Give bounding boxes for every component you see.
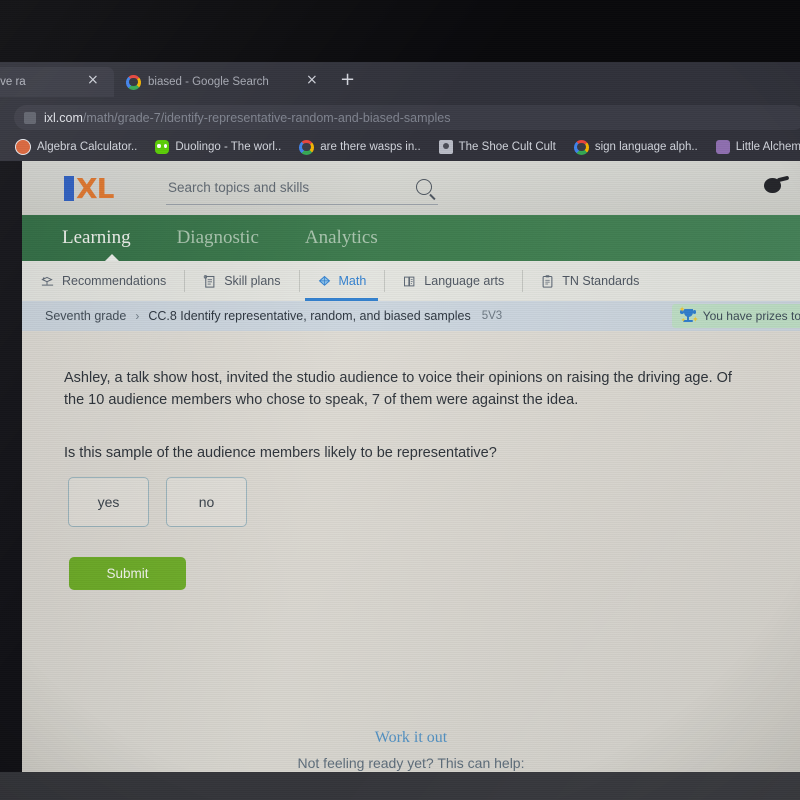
bookmark-item[interactable]: Duolingo - The worl.. xyxy=(146,135,290,159)
ixl-header: XL Search topics and skills xyxy=(22,161,800,215)
page-favicon xyxy=(24,111,36,124)
question-paragraph-2: Is this sample of the audience members l… xyxy=(64,445,497,461)
bookmark-label: are there wasps in.. xyxy=(320,141,421,153)
bookmark-item[interactable]: are there wasps in.. xyxy=(290,135,429,159)
bookmark-item[interactable]: Little Alchemy xyxy=(707,135,800,159)
tab-language-arts[interactable]: Language arts xyxy=(384,261,522,301)
answer-choice-label: yes xyxy=(97,494,120,510)
account-avatar-icon[interactable] xyxy=(764,175,790,195)
address-bar[interactable]: ixl.com/math/grade-7/identify-representa… xyxy=(14,105,800,130)
duolingo-icon xyxy=(155,140,170,154)
ixl-logo[interactable]: XL xyxy=(64,172,114,205)
search-placeholder: Search topics and skills xyxy=(168,180,310,195)
submit-button-label: Submit xyxy=(106,566,149,581)
google-icon xyxy=(573,139,589,155)
bookmarks-bar: Algebra Calculator.. Duolingo - The worl… xyxy=(0,133,800,161)
breadcrumb-grade[interactable]: Seventh grade xyxy=(45,309,126,323)
answer-choice-no[interactable]: no xyxy=(166,477,247,527)
screen-photo: resentative ra × biased - Google Search … xyxy=(0,0,800,800)
search-input[interactable]: Search topics and skills xyxy=(166,178,438,205)
standards-icon xyxy=(542,274,553,288)
tab-tn-standards[interactable]: TN Standards xyxy=(522,261,657,301)
trophy-icon: ✦ ✦ ✦ xyxy=(678,305,699,325)
work-it-out-section: Work it out Not feeling ready yet? This … xyxy=(22,729,800,771)
recommendations-icon xyxy=(41,276,54,286)
prize-banner-text: You have prizes to rev xyxy=(702,309,800,323)
ixl-subject-tabs: Recommendations Skill plans Math Languag… xyxy=(22,261,800,301)
tab-math[interactable]: Math xyxy=(298,261,385,301)
browser-tab-strip: resentative ra × biased - Google Search … xyxy=(0,62,800,102)
tab-close-icon[interactable]: × xyxy=(87,73,99,87)
bookmark-item[interactable]: The Shoe Cult Cult xyxy=(430,135,565,159)
question-area: Ashley, a talk show host, invited the st… xyxy=(22,331,800,772)
breadcrumb: Seventh grade › CC.8 Identify representa… xyxy=(22,301,800,331)
breadcrumb-separator-icon: › xyxy=(135,309,140,323)
shoe-icon xyxy=(438,140,453,154)
ixl-logo-i xyxy=(64,176,74,201)
work-it-out-title[interactable]: Work it out xyxy=(22,729,800,747)
nav-item-learning[interactable]: Learning xyxy=(62,227,131,249)
ixl-page: XL Search topics and skills Learning Dia… xyxy=(22,161,800,772)
tab-label: Language arts xyxy=(424,274,505,288)
browser-chrome: resentative ra × biased - Google Search … xyxy=(0,62,800,161)
skill-code: 5V3 xyxy=(481,310,503,322)
bookmark-label: Algebra Calculator.. xyxy=(37,141,138,153)
bookmark-label: Duolingo - The worl.. xyxy=(175,141,282,153)
ixl-logo-xl: XL xyxy=(76,172,114,205)
tab-label: Skill plans xyxy=(224,274,281,288)
bookmark-label: Little Alchemy xyxy=(735,141,800,153)
monitor-bezel-bottom xyxy=(0,772,800,800)
url-host: ixl.com xyxy=(44,110,83,125)
url-path: /math/grade-7/identify-representative-ra… xyxy=(82,110,451,125)
address-bar-text: ixl.com/math/grade-7/identify-representa… xyxy=(44,111,450,125)
new-tab-button[interactable]: + xyxy=(340,71,355,89)
nav-item-analytics[interactable]: Analytics xyxy=(305,227,378,249)
answer-choices: yes no xyxy=(68,477,247,527)
tab-close-icon[interactable]: × xyxy=(306,73,318,87)
browser-tab-title: biased - Google Search xyxy=(148,76,269,88)
bookmark-label: The Shoe Cult Cult xyxy=(458,141,556,153)
answer-choice-label: no xyxy=(198,494,215,510)
little-alchemy-icon xyxy=(715,140,730,154)
google-icon xyxy=(126,74,141,90)
address-bar-row: ixl.com/math/grade-7/identify-representa… xyxy=(0,102,800,133)
nav-item-diagnostic[interactable]: Diagnostic xyxy=(177,227,259,249)
answer-choice-yes[interactable]: yes xyxy=(68,477,149,527)
breadcrumb-skill: CC.8 Identify representative, random, an… xyxy=(148,309,471,323)
monitor-bezel-top xyxy=(0,0,800,62)
google-icon xyxy=(299,139,315,155)
prize-banner[interactable]: ✦✦✦ You have prizes to rev xyxy=(671,304,800,328)
bookmark-item[interactable]: sign language alph.. xyxy=(565,135,707,159)
algebra-calculator-icon xyxy=(15,139,31,155)
tab-skill-plans[interactable]: Skill plans xyxy=(184,261,298,301)
tab-label: Recommendations xyxy=(62,274,167,288)
math-icon xyxy=(318,275,330,286)
language-arts-icon xyxy=(404,276,415,286)
submit-button[interactable]: Submit xyxy=(69,557,186,590)
tab-recommendations[interactable]: Recommendations xyxy=(22,261,184,301)
tab-label: TN Standards xyxy=(562,274,640,288)
ixl-main-nav: Learning Diagnostic Analytics xyxy=(22,215,800,262)
work-it-out-subtitle: Not feeling ready yet? This can help: xyxy=(297,755,525,771)
browser-tab-title: resentative ra xyxy=(0,76,26,88)
bookmark-item[interactable]: Algebra Calculator.. xyxy=(6,135,146,159)
question-paragraph-1: Ashley, a talk show host, invited the st… xyxy=(64,370,732,409)
search-icon[interactable] xyxy=(416,179,432,195)
skill-plans-icon xyxy=(203,274,215,288)
bookmark-label: sign language alph.. xyxy=(594,141,698,153)
tab-label: Math xyxy=(338,274,367,288)
